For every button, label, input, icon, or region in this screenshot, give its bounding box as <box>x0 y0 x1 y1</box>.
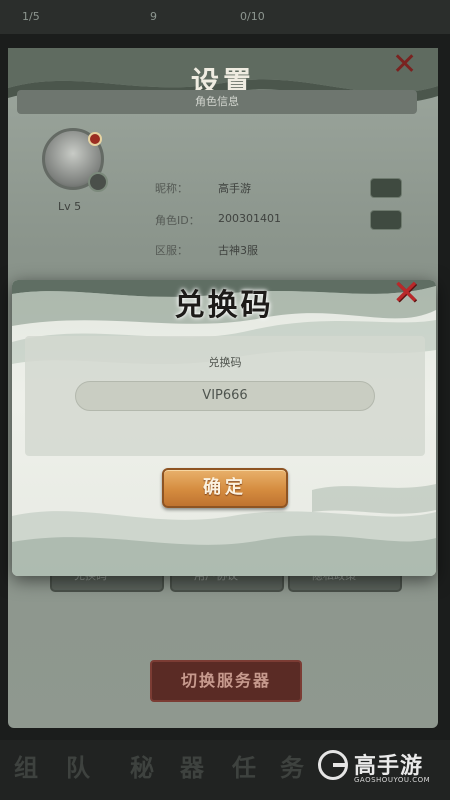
watermark: 高手游 GAOSHOUYOU.COM <box>318 748 448 792</box>
nickname-value: 高手游 <box>218 182 251 195</box>
settings-close-icon[interactable]: ✕ <box>392 50 417 80</box>
bottom-nav-item[interactable]: 队 <box>66 748 90 783</box>
nickname-label: 昵称： <box>155 182 188 195</box>
status-bar: 1/5 9 0/10 <box>0 0 450 34</box>
resource-gems: 9 <box>150 10 157 23</box>
redeem-code-input[interactable]: VIP666 <box>75 381 375 411</box>
server-value: 古神3服 <box>218 244 258 257</box>
resource-stamina: 1/5 <box>22 10 40 23</box>
avatar-settings-icon[interactable] <box>88 172 108 192</box>
notification-dot-icon <box>88 132 102 146</box>
close-icon[interactable]: ✕ <box>392 276 421 310</box>
switch-server-button[interactable]: 切换服务器 <box>150 660 302 702</box>
edit-nickname-button[interactable] <box>370 178 402 198</box>
bottom-nav-item[interactable]: 任 <box>232 748 256 783</box>
confirm-button[interactable]: 确定 <box>162 468 288 508</box>
bottom-nav-item[interactable]: 务 <box>280 748 304 783</box>
copy-id-button[interactable] <box>370 210 402 230</box>
bottom-nav-item[interactable]: 组 <box>14 748 38 783</box>
gaoshouyou-logo-icon <box>318 750 348 780</box>
watermark-site: GAOSHOUYOU.COM <box>354 776 431 784</box>
role-info-header: 角色信息 <box>17 90 417 114</box>
bottom-nav-item[interactable]: 秘 <box>130 748 154 783</box>
bottom-nav-item[interactable]: 器 <box>180 748 204 783</box>
player-level: Lv 5 <box>58 200 82 213</box>
redeem-field-label: 兑换码 <box>208 356 242 369</box>
role-id-value: 200301401 <box>218 212 281 225</box>
resource-energy: 0/10 <box>240 10 265 23</box>
dialog-title: 兑换码 <box>174 288 274 323</box>
role-id-label: 角色ID： <box>155 214 200 227</box>
server-label: 区服： <box>155 244 188 257</box>
